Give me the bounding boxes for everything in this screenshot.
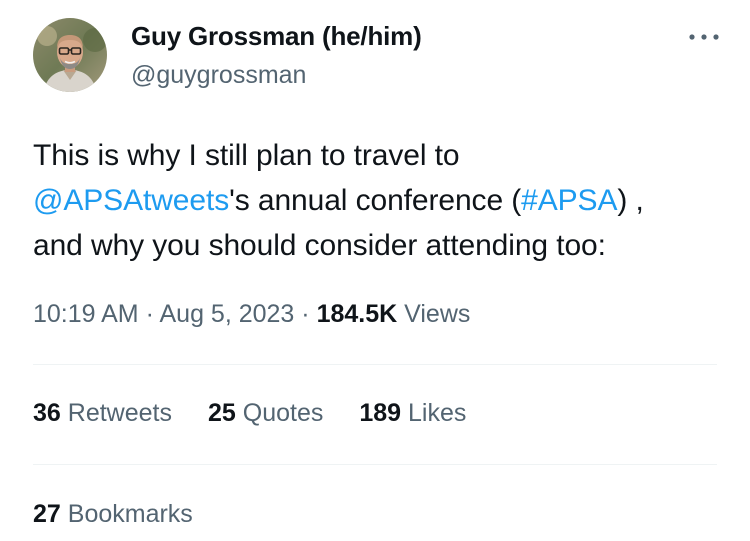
tweet-date[interactable]: Aug 5, 2023 <box>160 300 295 328</box>
quotes-label: Quotes <box>242 399 324 427</box>
views-label: Views <box>404 300 471 328</box>
engagement-stats: 36 Retweets 25 Quotes 189 Likes <box>33 399 466 428</box>
tweet-time[interactable]: 10:19 AM <box>33 300 139 328</box>
retweets-stat[interactable]: 36 Retweets <box>33 399 172 428</box>
meta-separator: · <box>301 300 310 328</box>
tweet-text: This is why I still plan to travel to @A… <box>33 133 733 268</box>
author-handle[interactable]: @guygrossman <box>131 61 306 90</box>
bookmarks-count: 27 <box>33 500 61 528</box>
more-options-button[interactable] <box>684 20 724 50</box>
mention-link[interactable]: @APSAtweets <box>33 184 229 217</box>
views-count: 184.5K <box>316 300 398 328</box>
author-display-name[interactable]: Guy Grossman (he/him) <box>131 21 422 52</box>
divider <box>33 464 717 465</box>
tweet-text-segment: 's annual conference ( <box>229 184 522 217</box>
likes-stat[interactable]: 189 Likes <box>359 399 466 428</box>
tweet-text-line: This is why I still plan to travel to <box>33 139 460 172</box>
divider <box>33 364 717 365</box>
retweets-label: Retweets <box>67 399 172 427</box>
tweet-text-segment: ) , <box>617 184 644 217</box>
profile-photo-icon <box>33 18 107 92</box>
hashtag-link[interactable]: #APSA <box>521 184 617 217</box>
more-horizontal-icon <box>689 34 719 40</box>
likes-label: Likes <box>408 399 467 427</box>
avatar[interactable] <box>33 18 107 92</box>
meta-separator: · <box>145 300 154 328</box>
bookmarks-stat[interactable]: 27 Bookmarks <box>33 500 193 529</box>
tweet-text-line: and why you should consider attending to… <box>33 229 606 262</box>
tweet-metadata: 10:19 AM · Aug 5, 2023 · 184.5K Views <box>33 300 470 329</box>
tweet-text-line: @APSAtweets's annual conference (#APSA) … <box>33 178 733 223</box>
quotes-count: 25 <box>207 399 236 427</box>
tweet-detail: Guy Grossman (he/him) @guygrossman This … <box>0 0 750 541</box>
retweets-count: 36 <box>33 399 61 427</box>
likes-count: 189 <box>359 399 402 427</box>
bookmarks-label: Bookmarks <box>67 500 193 528</box>
quotes-stat[interactable]: 25 Quotes <box>208 399 323 428</box>
